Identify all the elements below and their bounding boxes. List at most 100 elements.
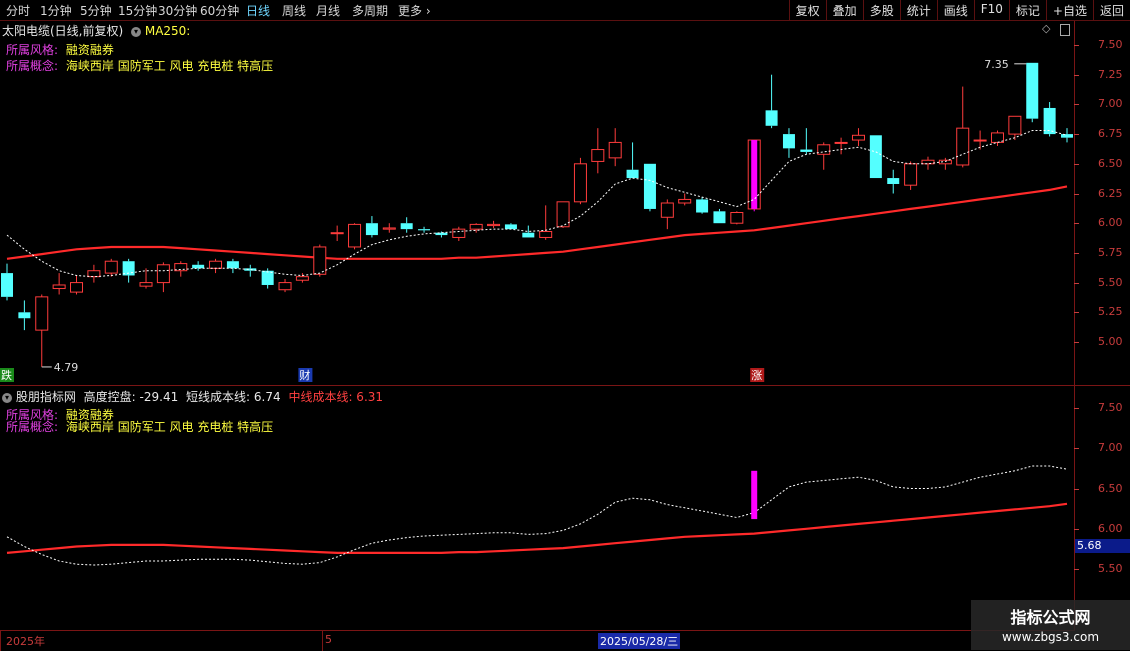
- tab-5[interactable]: 60分钟: [200, 2, 239, 19]
- candle[interactable]: [226, 258, 239, 274]
- candle[interactable]: [800, 128, 813, 155]
- y-tick-label: 5.50: [1098, 562, 1123, 575]
- candle[interactable]: [851, 128, 865, 146]
- y-tick-label: 6.25: [1098, 186, 1123, 200]
- candle[interactable]: [904, 161, 918, 190]
- candle[interactable]: [817, 142, 831, 170]
- tab-10[interactable]: 更多 ›: [398, 2, 431, 19]
- y-tick-label: 7.50: [1098, 401, 1123, 414]
- candle[interactable]: [643, 163, 656, 212]
- tab-2[interactable]: 5分钟: [80, 2, 112, 19]
- candle[interactable]: [244, 264, 257, 277]
- candle[interactable]: [887, 169, 900, 194]
- candle[interactable]: [1026, 62, 1039, 123]
- tab-1[interactable]: 1分钟: [40, 2, 72, 19]
- toolbar-button-2[interactable]: 多股: [862, 0, 900, 20]
- tab-0[interactable]: 分时: [6, 2, 30, 19]
- candle[interactable]: [1008, 115, 1022, 141]
- low-price-label: 4.79: [54, 361, 79, 374]
- indicator-chart[interactable]: [0, 386, 1074, 630]
- candle[interactable]: [35, 294, 49, 367]
- y-tick-mark: [1074, 104, 1079, 106]
- tick-divider: [0, 631, 1, 651]
- candle[interactable]: [104, 258, 118, 277]
- candle[interactable]: [52, 273, 66, 295]
- candle[interactable]: [192, 261, 205, 271]
- candle[interactable]: [1043, 102, 1056, 137]
- candle[interactable]: [730, 211, 744, 225]
- watermark: 指标公式网 www.zbgs3.com: [971, 600, 1130, 650]
- y-tick-mark: [1074, 45, 1079, 46]
- y-tick-mark: [1074, 134, 1079, 136]
- toolbar-button-8[interactable]: 返回: [1092, 0, 1130, 20]
- year-label: 2025年: [6, 635, 45, 648]
- candle[interactable]: [556, 201, 570, 228]
- mid-cost-line: [6, 502, 1068, 554]
- toolbar-button-4[interactable]: 画线: [936, 0, 974, 20]
- candle[interactable]: [782, 128, 795, 158]
- candle[interactable]: [522, 225, 535, 238]
- toolbar-button-0[interactable]: 复权: [788, 0, 826, 20]
- candle[interactable]: [834, 137, 848, 155]
- candle[interactable]: [990, 130, 1004, 146]
- high-price-label: 7.35: [984, 58, 1009, 71]
- action-buttons: 复权 叠加 多股 统计 画线 F10 标记 +自选 返回: [788, 0, 1130, 20]
- toolbar-button-1[interactable]: 叠加: [825, 0, 863, 20]
- y-tick-mark: [1074, 163, 1079, 165]
- y-tick-mark: [1074, 448, 1079, 450]
- candle[interactable]: [70, 275, 84, 295]
- y-tick-label: 7.50: [1098, 38, 1123, 51]
- candle[interactable]: [869, 135, 882, 179]
- candle[interactable]: [921, 156, 935, 170]
- tab-4[interactable]: 30分钟: [158, 2, 197, 19]
- candle[interactable]: [139, 268, 153, 289]
- toolbar-button-7[interactable]: +自选: [1045, 0, 1093, 20]
- tab-6[interactable]: 日线: [246, 2, 270, 19]
- candle[interactable]: [591, 128, 605, 174]
- candle[interactable]: [174, 261, 188, 277]
- candle[interactable]: [678, 193, 692, 206]
- candle[interactable]: [452, 226, 466, 242]
- candle[interactable]: [278, 279, 292, 293]
- candle[interactable]: [973, 130, 987, 150]
- candle[interactable]: [348, 223, 362, 250]
- tab-8[interactable]: 月线: [316, 2, 340, 19]
- candle[interactable]: [1, 263, 13, 301]
- candle[interactable]: [87, 264, 101, 283]
- candle[interactable]: [330, 225, 344, 242]
- candle[interactable]: [765, 74, 778, 129]
- candle[interactable]: [504, 223, 517, 230]
- toolbar-button-3[interactable]: 统计: [899, 0, 937, 20]
- y-tick-mark: [1074, 488, 1079, 490]
- y-tick-label: 6.00: [1098, 216, 1123, 230]
- candle[interactable]: [18, 300, 31, 331]
- candle[interactable]: [209, 258, 223, 274]
- candle[interactable]: [626, 142, 639, 179]
- tab-9[interactable]: 多周期: [352, 2, 388, 19]
- candle[interactable]: [747, 139, 761, 212]
- candle[interactable]: [382, 223, 396, 233]
- candle[interactable]: [469, 223, 483, 233]
- candle[interactable]: [696, 197, 709, 214]
- candle[interactable]: [400, 217, 413, 233]
- y-tick-mark: [1074, 342, 1079, 343]
- candle[interactable]: [156, 262, 170, 293]
- candle[interactable]: [660, 199, 674, 230]
- candle[interactable]: [418, 226, 431, 233]
- candle[interactable]: [713, 208, 726, 224]
- tab-7[interactable]: 周线: [282, 2, 306, 19]
- candle[interactable]: [539, 205, 553, 240]
- candle[interactable]: [313, 244, 327, 277]
- candle[interactable]: [122, 258, 135, 283]
- candle[interactable]: [365, 216, 378, 238]
- candlestick-chart[interactable]: 7.35 4.79 跌 财 涨: [0, 21, 1074, 385]
- tab-3[interactable]: 15分钟: [118, 2, 157, 19]
- toolbar-button-6[interactable]: 标记: [1008, 0, 1046, 20]
- y-tick-label: 5.50: [1098, 275, 1123, 289]
- y-tick-mark: [1074, 408, 1079, 409]
- candle[interactable]: [608, 128, 622, 167]
- toolbar-button-5[interactable]: F10: [973, 0, 1009, 20]
- candle[interactable]: [573, 157, 587, 205]
- candle[interactable]: [956, 86, 970, 168]
- candle[interactable]: [487, 220, 501, 228]
